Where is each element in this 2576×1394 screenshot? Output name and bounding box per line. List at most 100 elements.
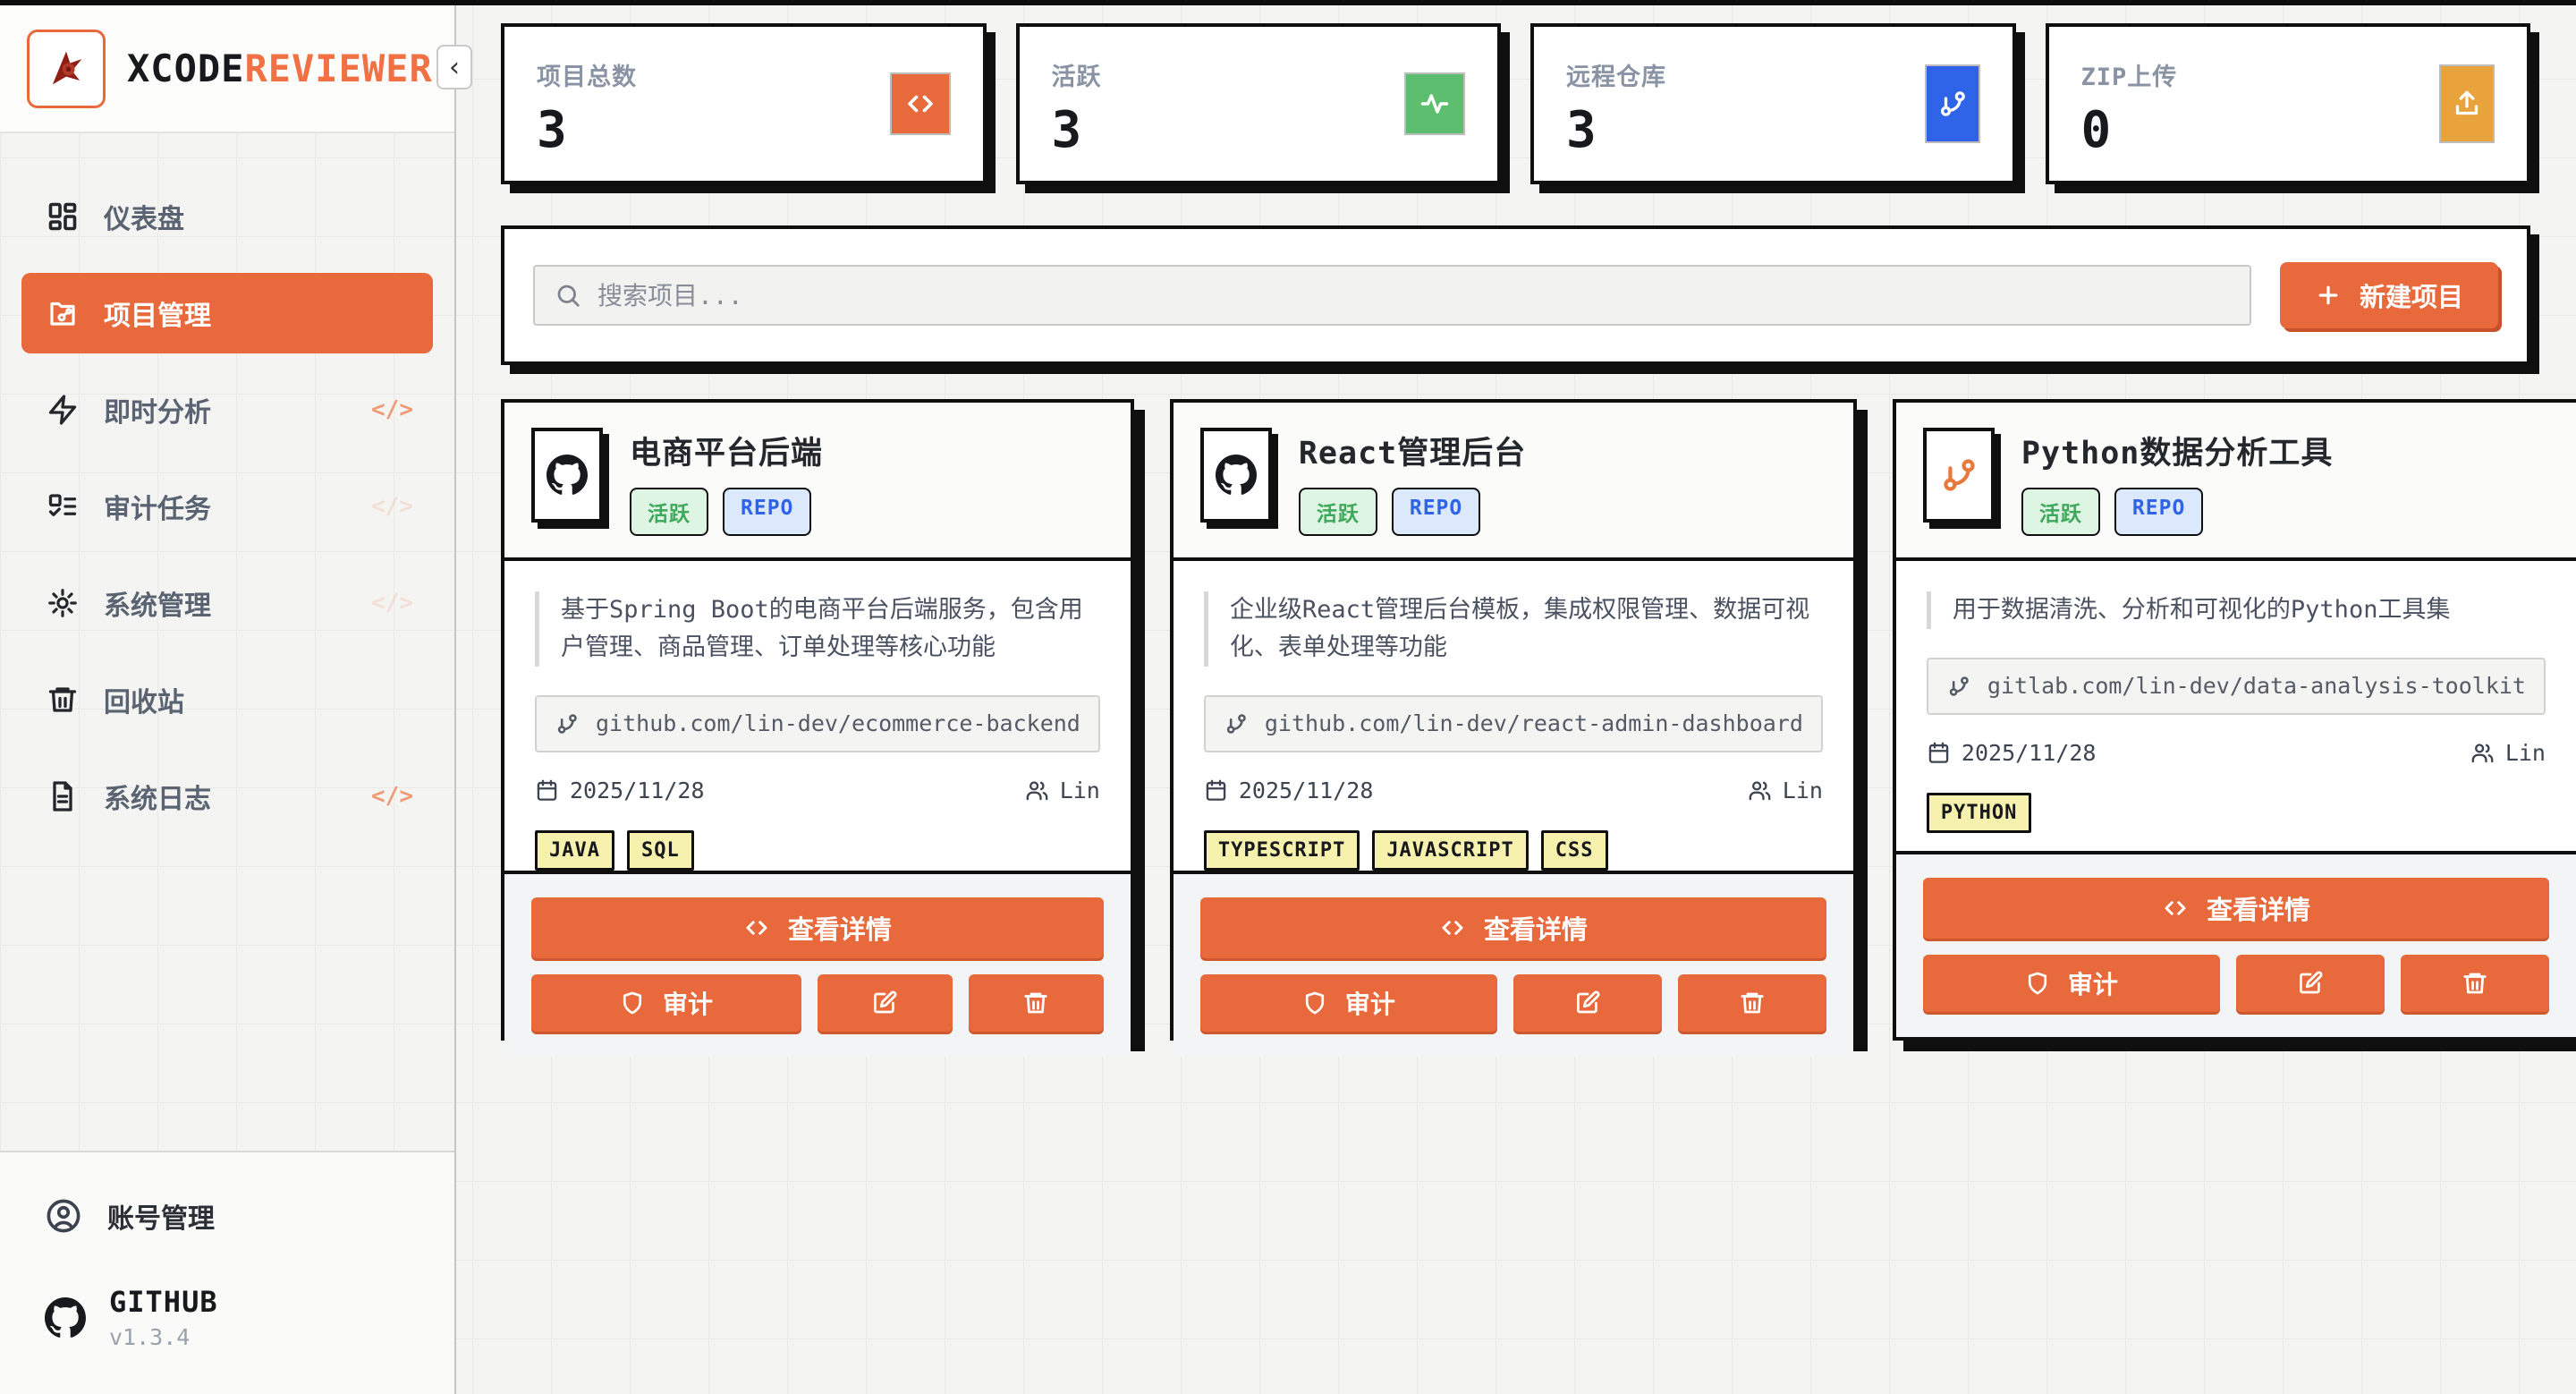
folder-git-icon — [47, 297, 79, 329]
delete-button[interactable] — [2401, 955, 2549, 1012]
sidebar-item-system-management[interactable]: 系统管理 </> — [21, 563, 433, 643]
stat-value: 0 — [2081, 101, 2496, 159]
users-icon — [1025, 778, 1049, 803]
sidebar: XCODEREVIEWER ‹ 仪表盘 项目管理 即时分析 </> 审计任务 <… — [0, 5, 456, 1394]
sidebar-item-dashboard[interactable]: 仪表盘 — [21, 176, 433, 257]
plus-icon — [2315, 282, 2342, 309]
project-date: 2025/11/28 — [1204, 778, 1374, 803]
sidebar-nav: 仪表盘 项目管理 即时分析 </> 审计任务 </> 系统管理 </> 回收站 … — [0, 133, 454, 837]
status-badge: 活跃 — [630, 488, 708, 536]
git-branch-icon — [555, 711, 580, 736]
app-logo — [27, 30, 106, 108]
search-icon — [555, 282, 581, 309]
edit-button[interactable] — [1513, 974, 1662, 1032]
edit-button[interactable] — [2236, 955, 2385, 1012]
sidebar-collapse-button[interactable]: ‹ — [436, 45, 472, 89]
delete-button[interactable] — [969, 974, 1104, 1032]
sidebar-item-account[interactable]: 账号管理 — [27, 1185, 428, 1247]
project-description: 基于Spring Boot的电商平台后端服务，包含用户管理、商品管理、订单处理等… — [535, 591, 1100, 667]
view-details-button[interactable]: 查看详情 — [531, 897, 1104, 958]
edit-button[interactable] — [818, 974, 953, 1032]
tech-tags: PYTHON — [1927, 793, 2546, 833]
trash-icon — [47, 684, 79, 716]
calendar-icon — [1204, 778, 1228, 803]
search-box — [533, 265, 2251, 326]
stat-card-total-projects: 项目总数 3 — [501, 23, 987, 184]
app-title: XCODEREVIEWER — [127, 47, 433, 90]
project-description: 企业级React管理后台模板，集成权限管理、数据可视化、表单处理等功能 — [1204, 591, 1823, 667]
upload-icon — [2439, 64, 2495, 143]
code-mark-icon: </> — [371, 590, 413, 616]
audit-button[interactable]: 审计 — [531, 974, 801, 1032]
view-details-button[interactable]: 查看详情 — [1923, 878, 2549, 939]
card-footer: 查看详情 审计 — [1896, 851, 2576, 1037]
git-branch-icon — [1946, 674, 1971, 699]
shield-icon — [620, 990, 645, 1016]
stat-value: 3 — [537, 101, 951, 159]
logo-bird-icon — [43, 46, 89, 92]
view-details-button[interactable]: 查看详情 — [1200, 897, 1826, 958]
tech-tags: TYPESCRIPT JAVASCRIPT CSS — [1204, 830, 1823, 871]
github-icon — [1200, 428, 1272, 523]
card-header: Python数据分析工具 活跃 REPO — [1896, 403, 2576, 561]
sidebar-item-audit-tasks[interactable]: 审计任务 </> — [21, 466, 433, 547]
type-badge: REPO — [2114, 488, 2203, 536]
tech-tag: CSS — [1541, 830, 1608, 871]
repo-url: gitlab.com/lin-dev/data-analysis-toolkit — [1927, 658, 2546, 715]
dashboard-icon — [47, 200, 79, 233]
github-label: GITHUB — [109, 1285, 218, 1319]
chevron-left-icon: ‹ — [449, 52, 460, 83]
users-icon — [2470, 741, 2495, 765]
sidebar-item-system-logs[interactable]: 系统日志 </> — [21, 756, 433, 837]
repo-url: github.com/lin-dev/react-admin-dashboard — [1204, 695, 1823, 752]
delete-button[interactable] — [1678, 974, 1826, 1032]
code-mark-icon: </> — [371, 783, 413, 810]
version-label: v1.3.4 — [109, 1324, 218, 1350]
checklist-icon — [47, 490, 79, 523]
audit-button[interactable]: 审计 — [1923, 955, 2220, 1012]
project-card-ecommerce: 电商平台后端 活跃 REPO 基于Spring Boot的电商平台后端服务，包含… — [501, 399, 1134, 1041]
card-footer: 查看详情 审计 — [1174, 871, 1853, 1057]
code-icon — [2162, 895, 2189, 922]
status-badge: 活跃 — [1299, 488, 1377, 536]
github-icon — [45, 1297, 86, 1339]
brand-header: XCODEREVIEWER ‹ — [0, 5, 454, 133]
new-project-button[interactable]: 新建项目 — [2280, 262, 2498, 328]
calendar-icon — [535, 778, 559, 803]
code-icon — [1439, 914, 1466, 941]
code-mark-icon: </> — [371, 396, 413, 423]
project-title: 电商平台后端 — [630, 428, 823, 473]
tech-tag: PYTHON — [1927, 793, 2031, 833]
sidebar-item-projects[interactable]: 项目管理 — [21, 273, 433, 353]
project-card-python-tools: Python数据分析工具 活跃 REPO 用于数据清洗、分析和可视化的Pytho… — [1893, 399, 2576, 1041]
activity-icon — [1404, 72, 1465, 135]
project-owner: Lin — [1025, 778, 1100, 803]
stats-row: 项目总数 3 活跃 3 远程仓库 3 ZIP上传 0 — [501, 23, 2530, 184]
main-content: 项目总数 3 活跃 3 远程仓库 3 ZIP上传 0 新建项目 — [456, 5, 2576, 1394]
card-footer: 查看详情 审计 — [504, 871, 1131, 1057]
git-branch-icon — [1224, 711, 1249, 736]
project-owner: Lin — [1748, 778, 1823, 803]
stat-card-remote-repos: 远程仓库 3 — [1530, 23, 2016, 184]
git-branch-icon — [1925, 64, 1980, 143]
stat-value: 3 — [1566, 101, 1980, 159]
repo-url: github.com/lin-dev/ecommerce-backend — [535, 695, 1100, 752]
project-owner: Lin — [2470, 740, 2546, 766]
trash-icon — [1022, 990, 1049, 1016]
audit-button[interactable]: 审计 — [1200, 974, 1497, 1032]
git-branch-icon — [1923, 428, 1995, 523]
project-date: 2025/11/28 — [1927, 740, 2097, 766]
project-title: Python数据分析工具 — [2021, 428, 2333, 473]
sidebar-item-recycle-bin[interactable]: 回收站 — [21, 659, 433, 740]
top-edge-bar — [0, 0, 2576, 5]
tech-tag: JAVASCRIPT — [1372, 830, 1528, 871]
edit-pen-icon — [1574, 990, 1601, 1016]
project-title: React管理后台 — [1299, 428, 1526, 473]
gear-icon — [47, 587, 79, 619]
sidebar-item-instant-analysis[interactable]: 即时分析 </> — [21, 370, 433, 450]
shield-icon — [1302, 990, 1327, 1016]
github-version-block: GITHUB v1.3.4 — [27, 1285, 428, 1350]
search-input[interactable] — [597, 281, 2230, 310]
tech-tags: JAVA SQL — [535, 830, 1100, 871]
users-icon — [1748, 778, 1772, 803]
